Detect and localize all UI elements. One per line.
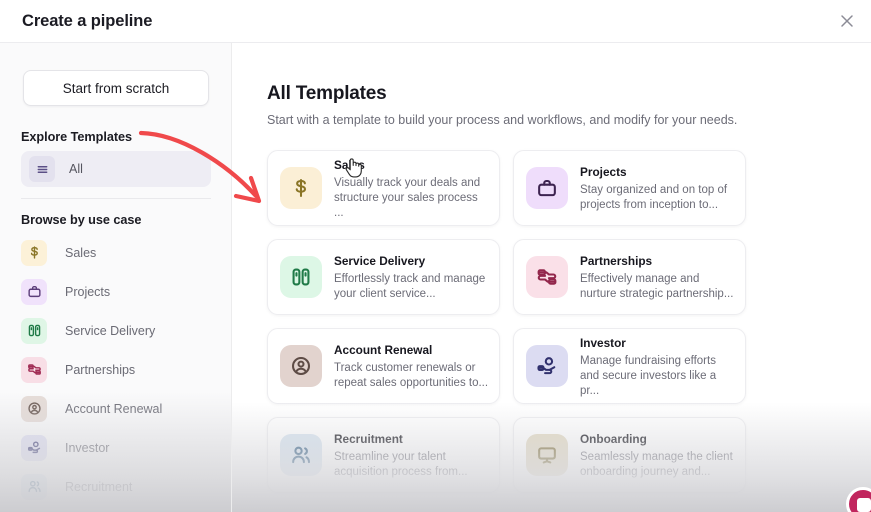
sidebar-item-partnerships[interactable]: Partnerships [21,350,221,389]
menu-lines-icon [29,156,55,182]
dollar-icon [21,239,47,266]
template-card-service-delivery[interactable]: Service Delivery Effortlessly track and m… [267,239,500,315]
template-card-description: Manage fundraising efforts and secure in… [580,354,717,397]
start-from-scratch-label: Start from scratch [62,80,170,96]
use-case-list: Sales Projects Service Delivery Partnership… [21,233,221,506]
template-card-title: Account Renewal [334,343,433,357]
close-icon [840,14,854,28]
template-card-investor[interactable]: Investor Manage fundraising efforts and s… [513,328,746,404]
briefcase-icon [538,179,556,197]
template-card-description: Visually track your deals and structure … [334,176,481,219]
handshake-icon [537,269,557,285]
service-bars-icon [280,256,322,298]
template-card-account-renewal[interactable]: Account Renewal Track customer renewals o… [267,328,500,404]
template-card-title: Partnerships [580,254,653,268]
presentation-icon [538,447,556,464]
start-from-scratch-button[interactable]: Start from scratch [23,70,209,106]
sidebar-item-label: Recruitment [65,479,133,494]
sidebar-item-account-renewal[interactable]: Account Renewal [21,389,221,428]
people-icon [292,446,311,464]
template-card-text: Recruitment Streamline your talent acquis… [334,430,489,480]
hand-coin-icon [21,434,47,461]
template-card-description: Effortlessly track and manage your clien… [334,273,486,300]
briefcase-icon [21,278,47,305]
explore-templates-heading: Explore Templates [21,130,133,144]
template-card-onboarding[interactable]: Onboarding Seamlessly manage the client o… [513,417,746,493]
template-card-text: Sales Visually track your deals and struc… [334,156,489,221]
template-card-projects[interactable]: Projects Stay organized and on top of pro… [513,150,746,226]
dollar-icon [280,167,322,209]
sidebar-item-label: Sales [65,245,97,260]
template-card-text: Investor Manage fundraising efforts and s… [580,334,735,399]
sidebar-item-label: Partnerships [65,362,136,377]
hand-coin-icon [526,345,568,387]
browse-by-use-case-heading: Browse by use case [21,213,142,227]
template-card-title: Recruitment [334,432,403,446]
sidebar-item-label: Investor [65,440,110,455]
dialog-body: Start from scratch Explore Templates All… [0,43,871,512]
create-pipeline-dialog: Create a pipeline Start from scratch Exp… [0,0,871,512]
handshake-icon [526,256,568,298]
people-icon [27,480,41,493]
dialog-header: Create a pipeline [0,0,871,43]
sidebar-divider [21,198,211,199]
hand-coin-icon [27,441,40,454]
service-bars-icon [28,324,40,337]
template-card-text: Service Delivery Effortlessly track and m… [334,252,489,302]
sidebar-item-all-label: All [69,162,83,176]
sidebar-item-label: Service Delivery [65,323,156,338]
template-card-title: Sales [334,157,365,172]
sidebar-item-label: Account Renewal [65,401,163,416]
template-card-recruitment[interactable]: Recruitment Streamline your talent acquis… [267,417,500,493]
sidebar-item-label: Projects [65,284,111,299]
service-bars-icon [21,317,47,344]
template-card-description: Seamlessly manage the client onboarding … [580,451,733,478]
user-circle-icon [27,402,41,415]
template-card-title: Projects [580,165,627,179]
sidebar: Start from scratch Explore Templates All… [0,43,232,512]
template-card-text: Account Renewal Track customer renewals o… [334,341,489,391]
hand-coin-icon [537,357,556,375]
template-card-description: Stay organized and on top of projects fr… [580,184,728,211]
template-card-description: Effectively manage and nurture strategic… [580,273,734,300]
briefcase-icon [27,286,41,298]
template-card-sales[interactable]: Sales Visually track your deals and struc… [267,150,500,226]
service-bars-icon [292,268,310,286]
sidebar-item-recruitment[interactable]: Recruitment [21,467,221,506]
dollar-icon [30,246,38,259]
people-icon [21,473,47,500]
chat-bubble-icon [857,498,871,512]
sidebar-item-sales[interactable]: Sales [21,233,221,272]
template-card-description: Streamline your talent acquisition proce… [334,451,468,478]
template-card-title: Service Delivery [334,254,426,268]
template-card-title: Onboarding [580,432,647,446]
page-title: Create a pipeline [22,11,153,30]
user-circle-icon [291,356,311,376]
handshake-icon [27,364,41,375]
close-button[interactable] [833,7,861,35]
template-card-title: Investor [580,335,626,350]
template-card-text: Partnerships Effectively manage and nurtu… [580,252,735,302]
main-content: All Templates Start with a template to b… [232,43,871,512]
sidebar-item-investor[interactable]: Investor [21,428,221,467]
handshake-icon [21,356,47,383]
template-card-text: Onboarding Seamlessly manage the client o… [580,430,735,480]
template-card-text: Projects Stay organized and on top of pro… [580,163,735,213]
user-circle-icon [280,345,322,387]
sidebar-item-all[interactable]: All [21,151,211,187]
template-card-partnerships[interactable]: Partnerships Effectively manage and nurtu… [513,239,746,315]
all-templates-subtitle: Start with a template to build your proc… [267,113,738,127]
dollar-icon [295,178,307,198]
sidebar-item-service-delivery[interactable]: Service Delivery [21,311,221,350]
all-templates-heading: All Templates [267,83,387,104]
user-circle-icon [21,395,47,422]
presentation-icon [526,434,568,476]
briefcase-icon [526,167,568,209]
sidebar-item-projects[interactable]: Projects [21,272,221,311]
people-icon [280,434,322,476]
template-card-description: Track customer renewals or repeat sales … [334,362,489,389]
